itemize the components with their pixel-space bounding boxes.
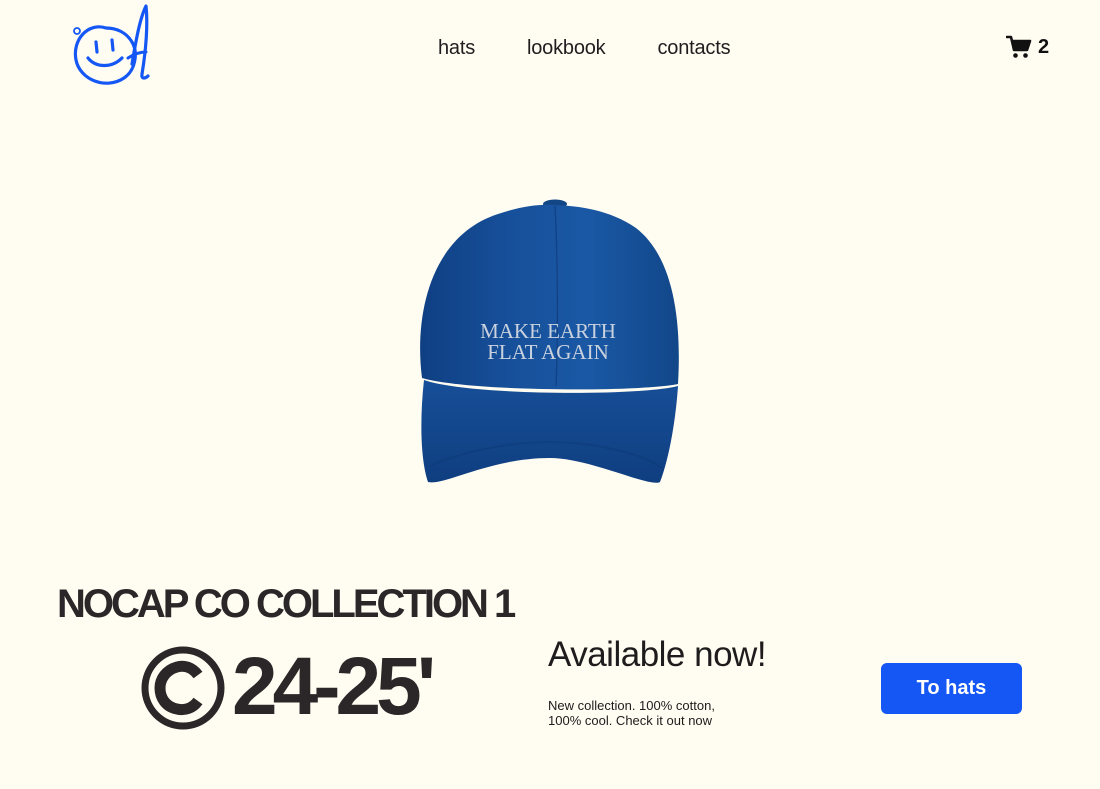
cap-text-line-2: FLAT AGAIN	[487, 340, 609, 364]
collection-description: New collection. 100% cotton, 100% cool. …	[548, 698, 715, 728]
to-hats-button[interactable]: To hats	[881, 663, 1022, 714]
cart-count: 2	[1038, 35, 1050, 58]
available-heading: Available now!	[548, 635, 767, 674]
nav-link-lookbook[interactable]: lookbook	[527, 37, 606, 60]
copyright-icon	[141, 646, 225, 730]
main-nav: hats lookbook contacts	[438, 35, 731, 61]
product-image-cap: MAKE EARTH FLAT AGAIN	[410, 196, 690, 496]
cart-button[interactable]: 2	[1006, 34, 1049, 60]
cap-image: MAKE EARTH FLAT AGAIN	[420, 199, 679, 483]
page: hats lookbook contacts 2 MAKE EARTH FLAT…	[0, 0, 1100, 789]
smiley-logo-icon	[73, 4, 150, 85]
nav-link-contacts[interactable]: contacts	[657, 37, 730, 60]
logo[interactable]	[66, 0, 156, 92]
season-label: 24-25'	[232, 641, 436, 732]
shopping-cart-icon	[1006, 35, 1032, 58]
nav-link-hats[interactable]: hats	[438, 37, 475, 60]
collection-title: NOCAP CO COLLECTION 1	[57, 582, 516, 626]
